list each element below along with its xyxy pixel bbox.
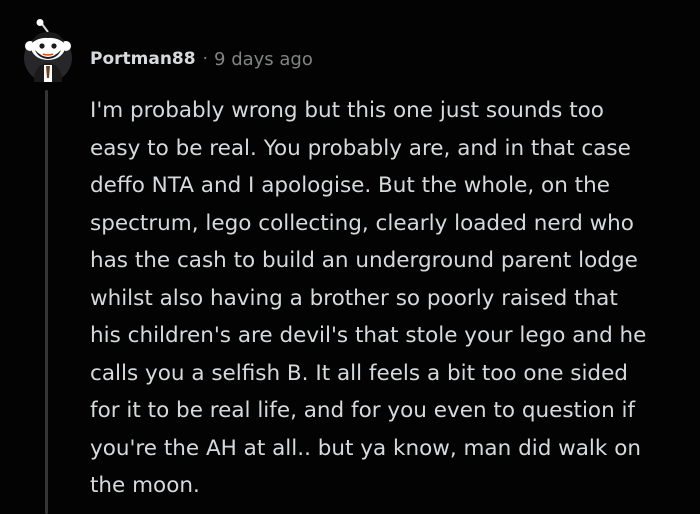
comment-body-line: the moon.: [90, 473, 200, 498]
comment-body-line: for it to be real life, and for you even…: [90, 398, 636, 423]
comment-meta: Portman88 · 9 days ago: [90, 45, 313, 73]
comment-body-line: deffo NTA and I apologise. But the whole…: [90, 173, 610, 198]
username-link[interactable]: Portman88: [90, 49, 196, 69]
snoo-avatar-icon: [24, 19, 72, 82]
comment-timestamp[interactable]: 9 days ago: [214, 49, 313, 70]
comment-body-line: you're the AH at all.. but ya know, man …: [90, 435, 641, 461]
comment-body-line: has the cash to build an underground par…: [90, 248, 638, 273]
user-avatar[interactable]: [22, 18, 74, 82]
comment: Portman88 · 9 days ago I'm probably wron…: [0, 0, 700, 514]
comment-body-line: I'm probably wrong but this one just sou…: [90, 98, 604, 123]
comment-body-line: calls you a selfish B. It all feels a bi…: [90, 360, 628, 386]
comment-body: I'm probably wrong but this one just sou…: [90, 92, 690, 505]
thread-line[interactable]: [45, 90, 48, 514]
comment-body-line: easy to be real. You probably are, and i…: [90, 135, 631, 161]
meta-separator: ·: [202, 49, 209, 69]
comment-body-line: whilst also having a brother so poorly r…: [90, 285, 618, 311]
comment-body-line: spectrum, lego collecting, clearly loade…: [90, 210, 634, 236]
comment-body-line: his children's are devil's that stole yo…: [90, 323, 647, 348]
